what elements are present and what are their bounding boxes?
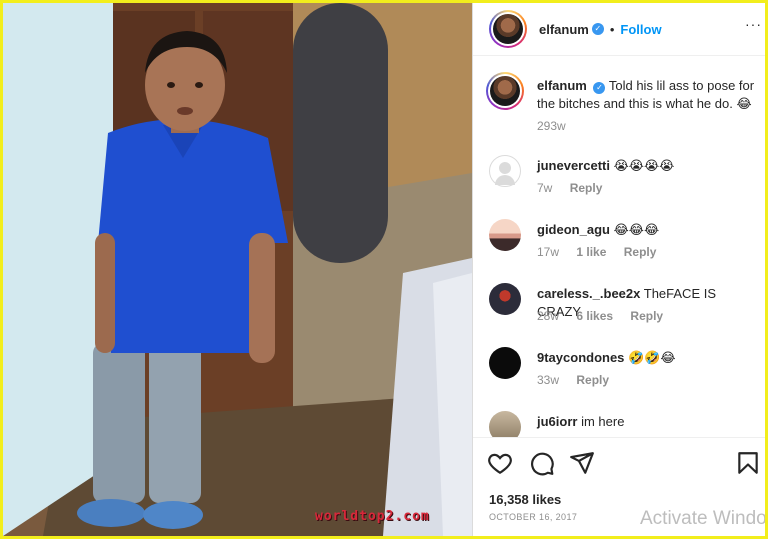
reply-button[interactable]: Reply bbox=[624, 245, 657, 259]
post-photo[interactable]: worldtop2.com bbox=[3, 3, 472, 536]
comment-body: gideon_agu 😂😂😂 bbox=[537, 221, 759, 239]
comment-body: 9taycondones 🤣🤣😂 bbox=[537, 349, 759, 367]
reply-button[interactable]: Reply bbox=[630, 309, 663, 323]
comment-avatar[interactable] bbox=[489, 283, 521, 315]
comment-body: ju6iorr im here bbox=[537, 413, 759, 431]
caption-username[interactable]: elfanum bbox=[537, 78, 587, 93]
comment-username[interactable]: ju6iorr bbox=[537, 414, 577, 429]
likes-count[interactable]: 16,358 likes bbox=[489, 492, 561, 507]
caption-avatar[interactable] bbox=[486, 72, 524, 110]
comment-text: 😂😂😂 bbox=[613, 222, 660, 237]
comment-username[interactable]: careless._.bee2x bbox=[537, 286, 640, 301]
post-side-panel: elfanum ✓ • Follow ··· elfanum ✓ Told hi… bbox=[472, 3, 765, 536]
avatar-inner bbox=[488, 74, 522, 108]
screenshot-frame: worldtop2.com elfanum ✓ • Follow ··· elf… bbox=[3, 3, 765, 536]
comment-avatar[interactable] bbox=[489, 347, 521, 379]
heart-icon[interactable] bbox=[487, 450, 513, 476]
comment-body: junevercetti 😭😭😭😭 bbox=[537, 157, 759, 175]
comment-likes[interactable]: 1 like bbox=[576, 245, 606, 259]
comment-text: im here bbox=[581, 414, 625, 429]
caption-meta: 293w bbox=[537, 119, 580, 133]
watermark-text: worldtop2.com bbox=[315, 509, 430, 524]
comment-likes[interactable]: 6 likes bbox=[576, 309, 613, 323]
comment-time[interactable]: 17w bbox=[537, 245, 559, 259]
reply-button[interactable]: Reply bbox=[576, 373, 609, 387]
comment-time[interactable]: 33w bbox=[537, 373, 559, 387]
comment-meta: 7w Reply bbox=[537, 181, 616, 195]
comment-meta: 28w 6 likes Reply bbox=[537, 309, 677, 323]
comment-time[interactable]: 28w bbox=[537, 309, 559, 323]
post-date: OCTOBER 16, 2017 bbox=[489, 512, 578, 522]
comment-avatar[interactable] bbox=[489, 155, 521, 187]
author-avatar[interactable] bbox=[489, 10, 527, 48]
comment-username[interactable]: junevercetti bbox=[537, 158, 610, 173]
comment-username[interactable]: 9taycondones bbox=[537, 350, 624, 365]
caption-time[interactable]: 293w bbox=[537, 119, 566, 133]
activate-windows-watermark: Activate Windo bbox=[640, 508, 765, 529]
comment-time[interactable]: 7w bbox=[537, 181, 552, 195]
comment-avatar[interactable] bbox=[489, 219, 521, 251]
caption-body: elfanum ✓ Told his lil ass to pose for t… bbox=[537, 77, 759, 113]
post-header: elfanum ✓ • Follow ··· bbox=[473, 3, 765, 56]
author-username[interactable]: elfanum bbox=[539, 22, 589, 37]
avatar-inner bbox=[491, 12, 525, 46]
reply-button[interactable]: Reply bbox=[570, 181, 603, 195]
photo-illustration bbox=[3, 3, 472, 536]
comment-avatar[interactable] bbox=[489, 411, 521, 437]
avatar-image bbox=[490, 76, 520, 106]
post-actions: 16,358 likes OCTOBER 16, 2017 Activate W… bbox=[473, 437, 765, 536]
comments-list[interactable]: elfanum ✓ Told his lil ass to pose for t… bbox=[473, 57, 765, 437]
comment-username[interactable]: gideon_agu bbox=[537, 222, 610, 237]
comment-text: 🤣🤣😂 bbox=[628, 350, 676, 365]
comment-meta: 33w Reply bbox=[537, 373, 623, 387]
bookmark-icon[interactable] bbox=[735, 450, 761, 476]
more-options-icon[interactable]: ··· bbox=[745, 16, 762, 32]
verified-badge-icon: ✓ bbox=[591, 23, 604, 35]
header-separator: • bbox=[609, 21, 615, 37]
share-icon[interactable] bbox=[569, 450, 595, 476]
comment-icon[interactable] bbox=[529, 450, 555, 476]
follow-button[interactable]: Follow bbox=[620, 22, 661, 37]
comment-meta: 17w 1 like Reply bbox=[537, 245, 670, 259]
verified-badge-icon: ✓ bbox=[593, 82, 606, 94]
comment-text: 😭😭😭😭 bbox=[613, 158, 675, 173]
avatar-image bbox=[493, 14, 523, 44]
